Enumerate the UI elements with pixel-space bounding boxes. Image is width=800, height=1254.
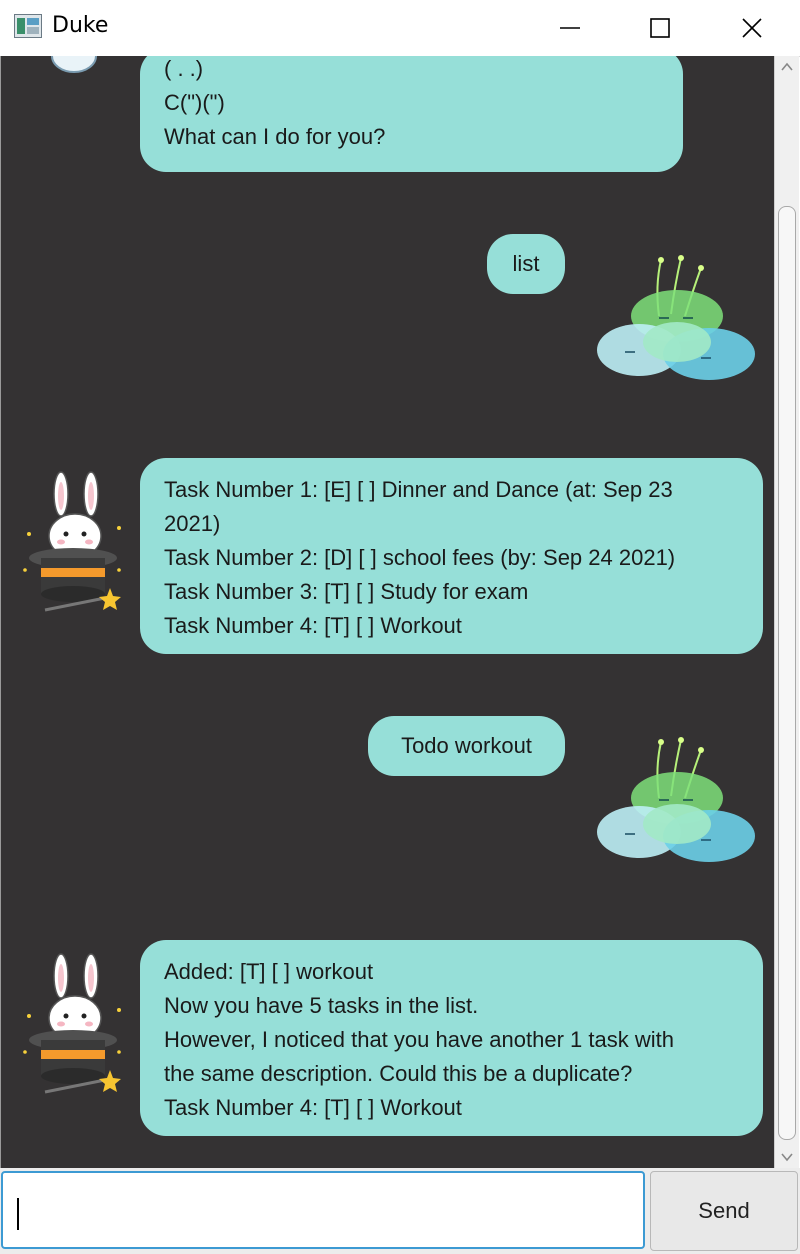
minimize-button[interactable] — [526, 0, 614, 56]
message-line: Task Number 3: [T] [ ] Study for exam — [164, 579, 529, 604]
message-line: Task Number 4: [T] [ ] Workout — [164, 613, 462, 638]
vertical-scrollbar[interactable] — [774, 56, 799, 1168]
minimize-icon — [560, 27, 580, 29]
glowing-slime-avatar-icon — [597, 737, 755, 862]
duke-app-icon — [14, 14, 42, 38]
message-line: C(")(") — [164, 90, 225, 115]
bunny-in-hat-avatar-icon — [23, 471, 121, 612]
glowing-slime-avatar-icon — [597, 255, 755, 380]
message-line: Now you have 5 tasks in the list. — [164, 993, 479, 1018]
duke-message-bubble: ( . .) C(")(") What can I do for you? — [140, 56, 683, 172]
message-input[interactable] — [1, 1171, 645, 1249]
bunny-in-hat-avatar-icon — [51, 56, 97, 73]
message-line: Task Number 4: [T] [ ] Workout — [164, 1095, 462, 1120]
chat-dialog-container[interactable]: ( . .) C(")(") What can I do for you? li… — [0, 56, 775, 1168]
maximize-icon — [650, 18, 670, 38]
message-line: However, I noticed that you have another… — [164, 1027, 674, 1052]
user-message-bubble: Todo workout — [368, 716, 565, 776]
message-line: the same description. Could this be a du… — [164, 1061, 633, 1086]
title-bar: Duke — [0, 0, 800, 57]
maximize-button[interactable] — [616, 0, 704, 56]
message-line: What can I do for you? — [164, 124, 386, 149]
duke-message-bubble: Task Number 1: [E] [ ] Dinner and Dance … — [140, 458, 763, 654]
send-button[interactable]: Send — [650, 1171, 798, 1251]
close-button[interactable] — [708, 0, 796, 56]
scrollbar-thumb[interactable] — [778, 206, 796, 1140]
message-line: 2021) — [164, 511, 221, 536]
window-title: Duke — [52, 13, 109, 38]
duke-message-bubble: Added: [T] [ ] workout Now you have 5 ta… — [140, 940, 763, 1136]
bunny-in-hat-avatar-icon — [23, 953, 121, 1094]
close-icon — [742, 18, 762, 38]
text-caret — [17, 1198, 19, 1230]
user-message-bubble: list — [487, 234, 565, 294]
message-line: Added: [T] [ ] workout — [164, 959, 374, 984]
input-bar: Send — [0, 1168, 800, 1254]
scroll-down-arrow-icon[interactable] — [779, 1150, 795, 1164]
message-line: ( . .) — [164, 56, 204, 81]
scroll-up-arrow-icon[interactable] — [779, 60, 795, 74]
message-line: Task Number 2: [D] [ ] school fees (by: … — [164, 545, 676, 570]
message-line: Task Number 1: [E] [ ] Dinner and Dance … — [164, 477, 673, 502]
